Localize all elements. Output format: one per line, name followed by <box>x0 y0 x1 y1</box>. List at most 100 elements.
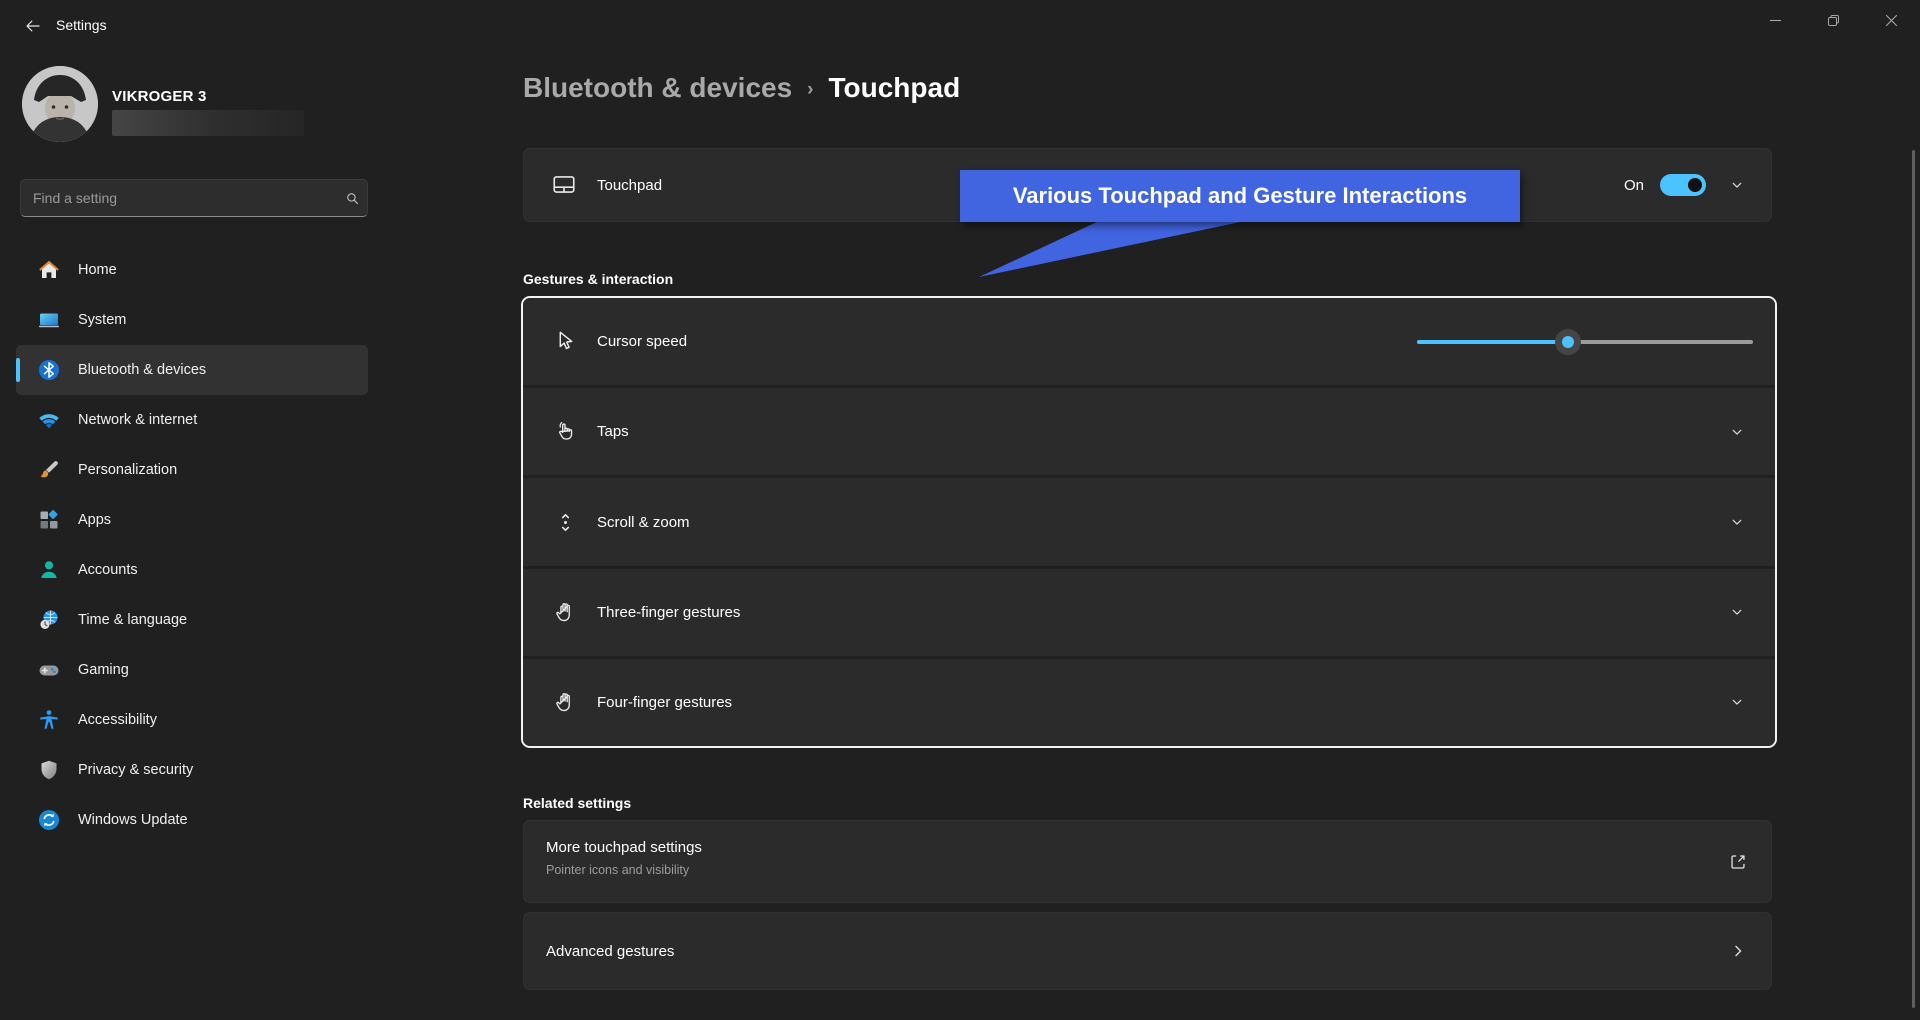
hand-icon <box>553 600 578 625</box>
sidebar-item-bluetooth-devices[interactable]: Bluetooth & devices <box>16 345 368 395</box>
taps-expander-row[interactable]: Taps <box>523 388 1775 475</box>
four-finger-gestures-expander-row[interactable]: Four-finger gestures <box>523 659 1775 746</box>
gestures-group-highlighted: Cursor speed Taps Scroll & zoom Three-fi… <box>521 296 1777 748</box>
row-label: Cursor speed <box>597 333 687 350</box>
sidebar-item-label: Privacy & security <box>78 762 193 778</box>
sidebar-item-time-language[interactable]: Time & language <box>16 595 368 645</box>
slider-thumb[interactable] <box>1555 329 1581 355</box>
chevron-down-icon[interactable] <box>1727 512 1747 532</box>
sidebar-item-label: Accounts <box>78 562 138 578</box>
selected-indicator <box>16 358 20 382</box>
scroll-icon <box>553 510 578 535</box>
sidebar-item-label: Apps <box>78 512 111 528</box>
sidebar-item-accounts[interactable]: Accounts <box>16 545 368 595</box>
personalization-icon <box>36 458 61 483</box>
touchpad-card-controls: On <box>1624 174 1747 196</box>
slider-thumb-dot <box>1562 336 1574 348</box>
user-name: VIKROGER 3 <box>112 88 207 105</box>
accounts-icon <box>36 558 61 583</box>
bluetooth-icon <box>36 358 61 383</box>
accessibility-icon <box>36 708 61 733</box>
sidebar-item-gaming[interactable]: Gaming <box>16 645 368 695</box>
advanced-gestures-nav-card[interactable]: Advanced gestures <box>523 912 1772 990</box>
page-title: Touchpad <box>829 72 961 104</box>
sidebar-item-label: Personalization <box>78 462 177 478</box>
sidebar-item-network-internet[interactable]: Network & internet <box>16 395 368 445</box>
sidebar-item-system[interactable]: System <box>16 295 368 345</box>
chevron-down-icon[interactable] <box>1727 422 1747 442</box>
touchpad-card-label: Touchpad <box>597 177 662 194</box>
row-label: Three-finger gestures <box>597 604 740 621</box>
sidebar-item-label: Windows Update <box>78 812 188 828</box>
toggle-knob <box>1688 178 1702 192</box>
restore-icon <box>1828 15 1839 26</box>
external-link-icon <box>1727 851 1749 873</box>
sidebar-item-label: System <box>78 312 126 328</box>
sidebar-item-label: Time & language <box>78 612 187 628</box>
row-label: Taps <box>597 423 629 440</box>
touchpad-toggle[interactable] <box>1660 174 1706 196</box>
breadcrumb-separator-icon: › <box>807 79 813 101</box>
breadcrumb: Bluetooth & devices › Touchpad <box>523 72 960 104</box>
touchpad-icon <box>551 172 577 198</box>
gaming-icon <box>36 658 61 683</box>
avatar-photo <box>22 66 98 142</box>
search-input[interactable] <box>21 190 337 206</box>
link-subtitle: Pointer icons and visibility <box>546 863 689 877</box>
back-arrow-icon <box>24 17 42 35</box>
scroll-zoom-expander-row[interactable]: Scroll & zoom <box>523 478 1775 565</box>
section-title-related: Related settings <box>523 795 631 811</box>
close-button[interactable] <box>1862 0 1920 40</box>
sidebar-nav: Home System Bluetooth & devices Network … <box>16 245 368 845</box>
chevron-down-icon[interactable] <box>1727 692 1747 712</box>
chevron-right-icon <box>1727 940 1749 962</box>
scrollbar-thumb[interactable] <box>1912 150 1915 1008</box>
chevron-down-icon[interactable] <box>1727 602 1747 622</box>
row-label: Four-finger gestures <box>597 694 732 711</box>
breadcrumb-parent[interactable]: Bluetooth & devices <box>523 72 792 104</box>
sidebar-item-personalization[interactable]: Personalization <box>16 445 368 495</box>
avatar[interactable] <box>22 66 98 142</box>
system-icon <box>36 308 61 333</box>
hand-icon <box>553 690 578 715</box>
section-title-gestures: Gestures & interaction <box>523 271 673 287</box>
account-placeholder-bar <box>112 110 304 136</box>
sidebar-item-home[interactable]: Home <box>16 245 368 295</box>
windows-update-icon <box>36 808 61 833</box>
minimize-icon <box>1770 15 1781 26</box>
link-title: Advanced gestures <box>546 943 674 960</box>
sidebar-item-privacy-security[interactable]: Privacy & security <box>16 745 368 795</box>
network-icon <box>36 408 61 433</box>
privacy-security-icon <box>36 758 61 783</box>
annotation-text: Various Touchpad and Gesture Interaction… <box>1013 183 1467 209</box>
apps-icon <box>36 508 61 533</box>
search-box <box>20 179 368 217</box>
sidebar-item-label: Network & internet <box>78 412 197 428</box>
three-finger-gestures-expander-row[interactable]: Three-finger gestures <box>523 569 1775 656</box>
cursor-speed-row[interactable]: Cursor speed <box>523 298 1775 385</box>
more-touchpad-settings-link-card[interactable]: More touchpad settings Pointer icons and… <box>523 820 1772 903</box>
sidebar-item-windows-update[interactable]: Windows Update <box>16 795 368 845</box>
back-button[interactable] <box>14 10 52 42</box>
sidebar-item-label: Bluetooth & devices <box>78 362 206 378</box>
settings-window: Settings VIKROGER 3 <box>0 0 1920 1020</box>
row-label: Scroll & zoom <box>597 514 690 531</box>
tap-hand-icon <box>553 419 578 444</box>
home-icon <box>36 258 61 283</box>
cursor-icon <box>553 329 578 354</box>
window-title: Settings <box>56 17 107 33</box>
search-icon <box>337 190 367 207</box>
sidebar-item-label: Gaming <box>78 662 129 678</box>
minimize-button[interactable] <box>1746 0 1804 40</box>
toggle-state-label: On <box>1624 177 1644 194</box>
close-icon <box>1886 15 1897 26</box>
window-controls <box>1746 0 1920 40</box>
chevron-down-icon[interactable] <box>1727 175 1747 195</box>
cursor-speed-slider[interactable] <box>1417 328 1753 356</box>
sidebar-item-accessibility[interactable]: Accessibility <box>16 695 368 745</box>
sidebar-item-label: Home <box>78 262 117 278</box>
sidebar-item-apps[interactable]: Apps <box>16 495 368 545</box>
restore-button[interactable] <box>1804 0 1862 40</box>
sidebar-item-label: Accessibility <box>78 712 157 728</box>
slider-fill <box>1417 340 1568 344</box>
